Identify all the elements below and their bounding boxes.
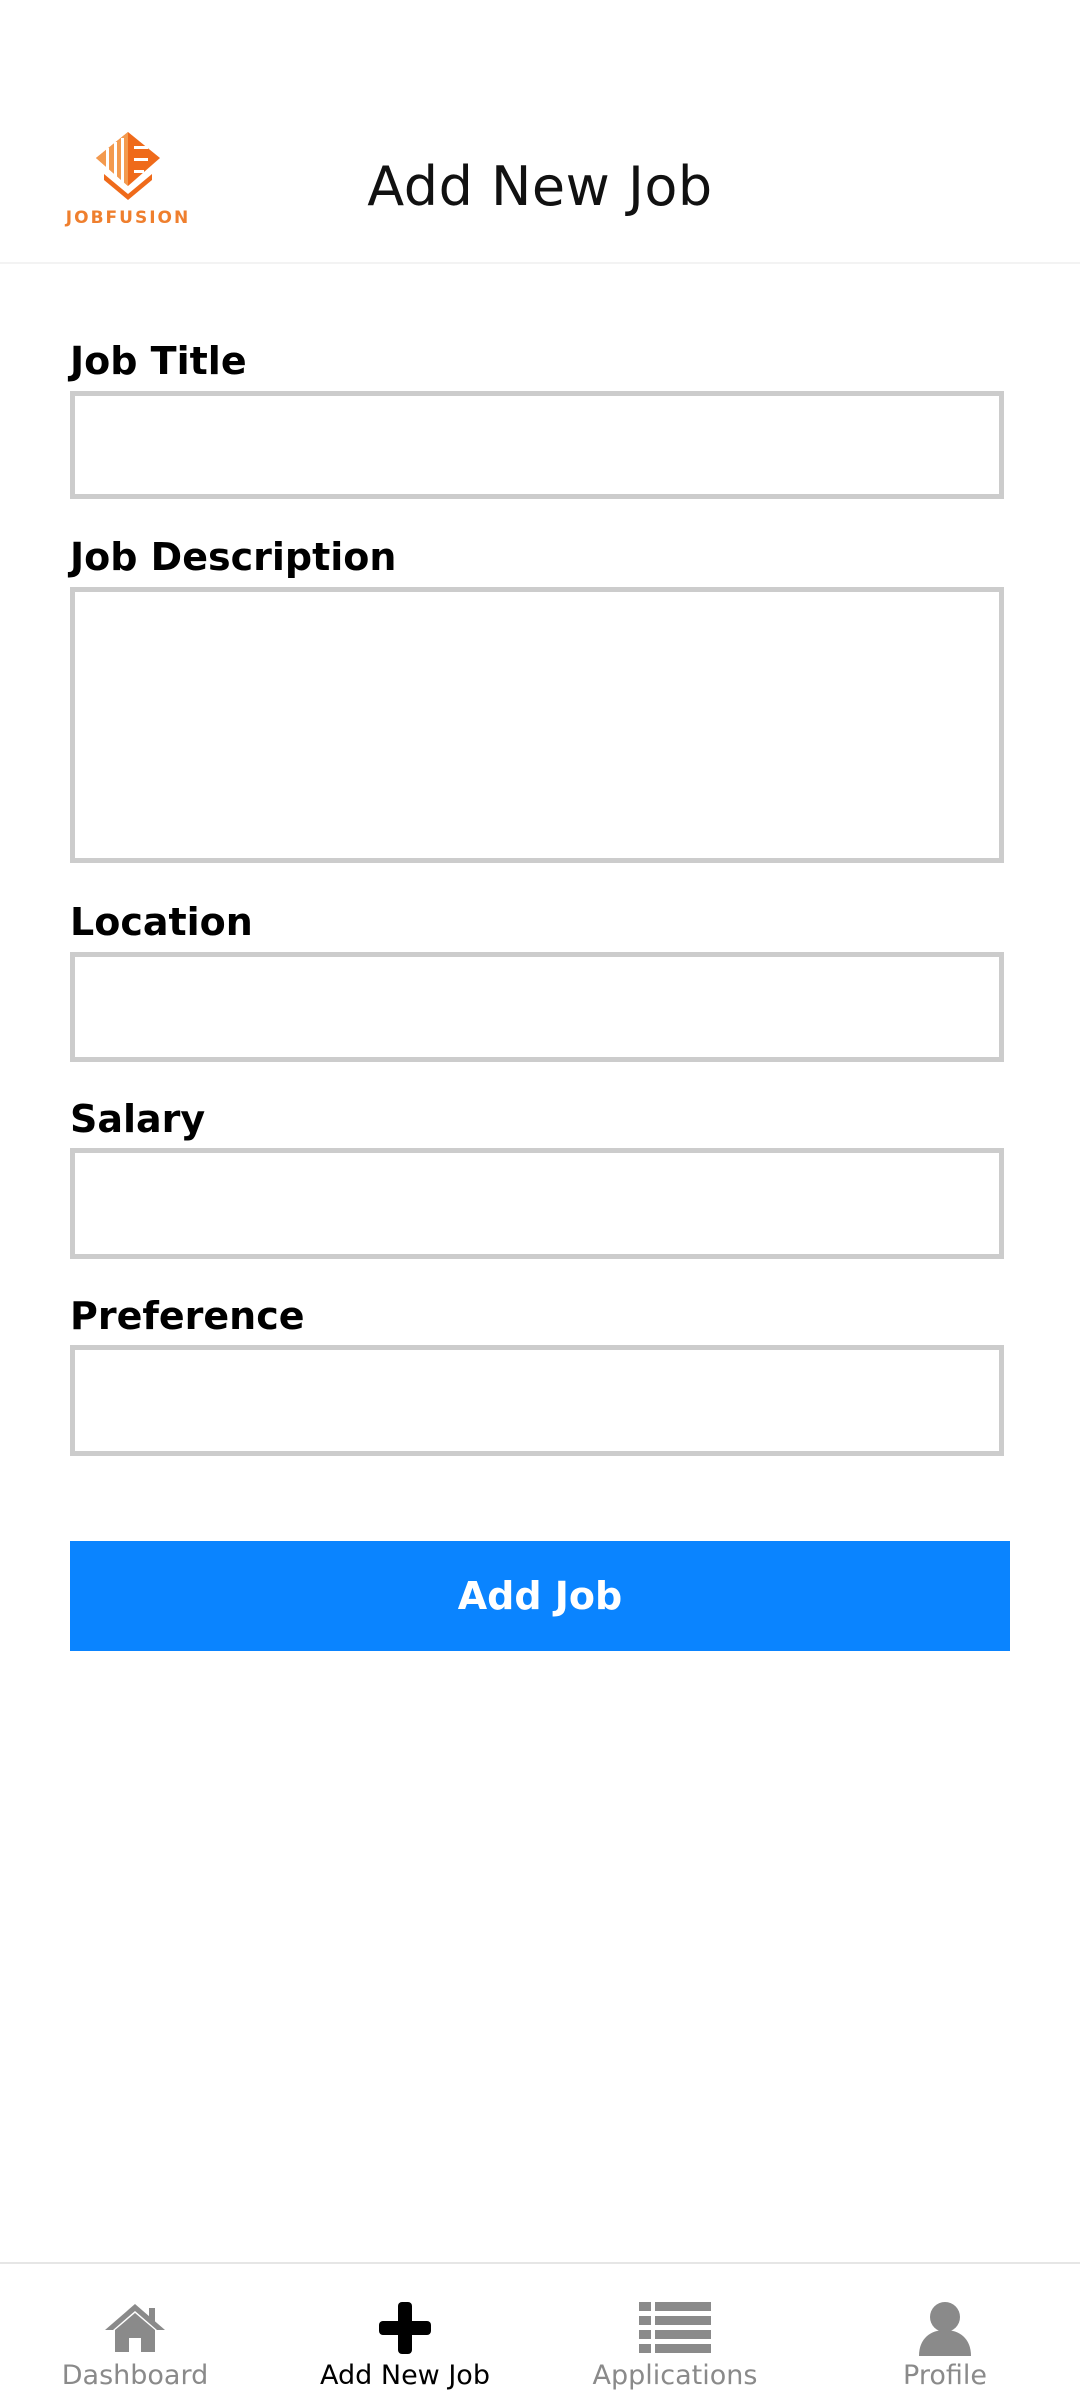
app-header: JOBFUSION Add New Job xyxy=(0,0,1080,264)
bottom-nav: Dashboard Add New Job Applications Profi… xyxy=(0,2262,1080,2400)
preference-input[interactable] xyxy=(70,1345,1004,1456)
nav-item-profile[interactable]: Profile xyxy=(810,2264,1080,2400)
salary-input[interactable] xyxy=(70,1148,1004,1259)
location-input[interactable] xyxy=(70,952,1004,1062)
location-label: Location xyxy=(70,900,253,944)
nav-item-add-new-job[interactable]: Add New Job xyxy=(270,2264,540,2400)
job-title-input[interactable] xyxy=(70,391,1004,499)
home-icon xyxy=(105,2304,165,2352)
list-icon xyxy=(639,2302,711,2353)
logo-wordmark: JOBFUSION xyxy=(65,208,191,228)
nav-item-applications[interactable]: Applications xyxy=(540,2264,810,2400)
user-icon xyxy=(919,2302,971,2356)
nav-label-add-new-job: Add New Job xyxy=(320,2360,490,2391)
nav-label-applications: Applications xyxy=(592,2360,758,2391)
page-title: Add New Job xyxy=(367,155,713,218)
nav-label-dashboard: Dashboard xyxy=(61,2360,209,2391)
plus-icon xyxy=(379,2302,431,2354)
salary-label: Salary xyxy=(70,1097,206,1141)
jobfusion-logo: JOBFUSION xyxy=(64,128,192,232)
add-job-button[interactable]: Add Job xyxy=(70,1541,1010,1651)
building-logo-icon xyxy=(96,132,160,200)
job-description-input[interactable] xyxy=(70,587,1004,863)
nav-item-dashboard[interactable]: Dashboard xyxy=(0,2264,270,2400)
preference-label: Preference xyxy=(70,1294,305,1338)
nav-label-profile: Profile xyxy=(903,2360,987,2391)
job-title-label: Job Title xyxy=(70,339,247,383)
add-job-screen: JOBFUSION Add New Job Job Title Job Desc… xyxy=(0,0,1080,2400)
job-description-label: Job Description xyxy=(70,535,397,579)
